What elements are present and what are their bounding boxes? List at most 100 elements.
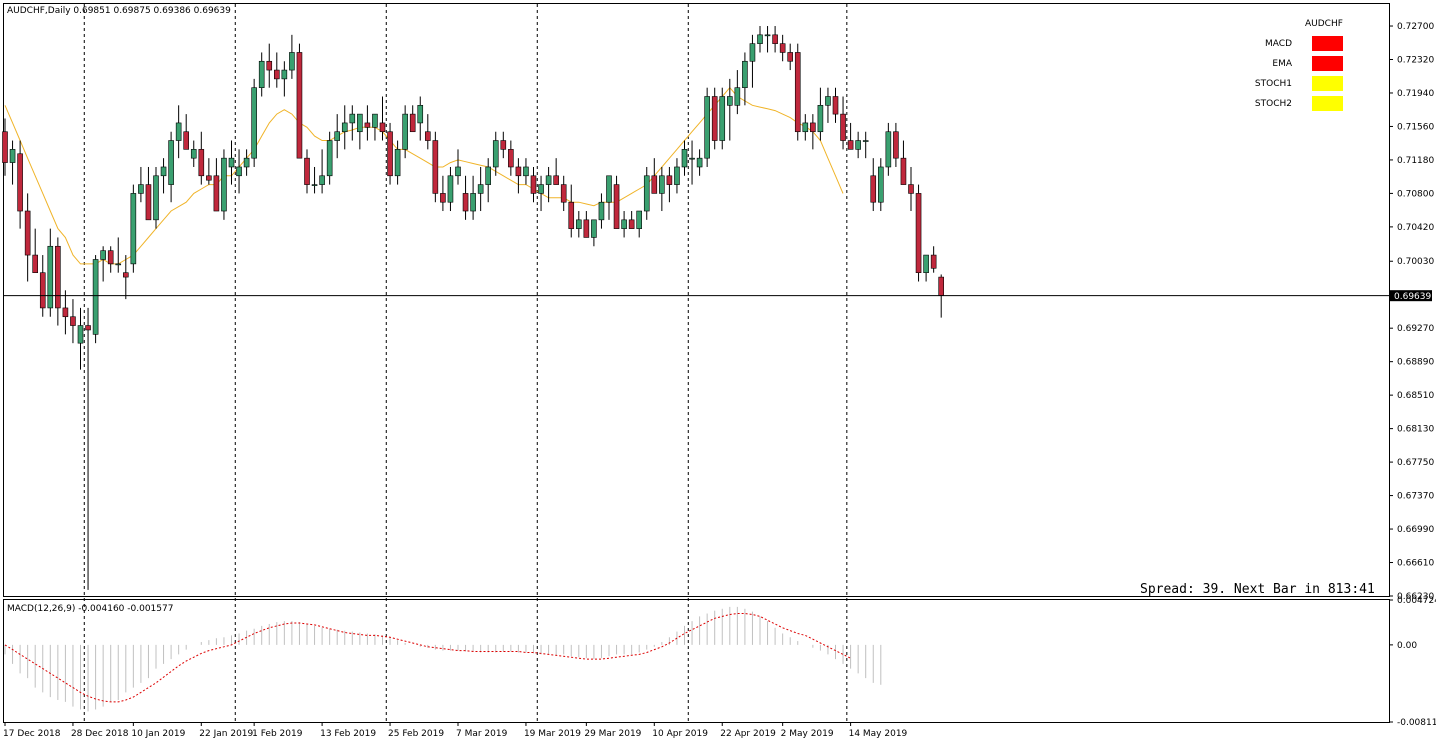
candle-body: [130, 193, 137, 265]
candle-body: [794, 52, 801, 133]
candle: [77, 307, 84, 370]
candle: [440, 175, 446, 212]
candle: [862, 131, 869, 159]
candle: [138, 166, 144, 203]
candle: [432, 131, 439, 203]
candle-body: [462, 193, 469, 212]
candle-body: [17, 153, 23, 212]
candle: [764, 26, 771, 53]
candle: [107, 246, 114, 273]
candle: [424, 114, 431, 150]
candle: [681, 140, 688, 176]
candle: [213, 158, 220, 212]
macd-axis: 0.004724 0.00 -0.008118: [1389, 596, 1436, 728]
candle: [357, 113, 363, 150]
candle-body: [840, 113, 846, 141]
candle-body: [432, 140, 439, 194]
candle-body: [409, 113, 416, 133]
candle-body: [160, 166, 167, 177]
candle: [508, 140, 514, 176]
candle-body: [764, 34, 771, 37]
time-tick-label: 28 Dec 2018: [71, 729, 129, 739]
candle-body: [364, 122, 371, 128]
candle-body: [938, 276, 945, 296]
time-tick-label: 1 Feb 2019: [252, 729, 303, 739]
candle-body: [39, 272, 46, 309]
candle-body: [711, 96, 718, 141]
indicator-label-macd: MACD: [1265, 39, 1292, 49]
candle: [123, 255, 129, 300]
candle: [92, 255, 99, 344]
candle-body: [538, 184, 544, 194]
indicator-status-panel: AUDCHF MACD EMA STOCH1 STOCH2: [1255, 19, 1343, 111]
candle-body: [387, 131, 393, 177]
candle: [311, 166, 318, 194]
candle-body: [862, 140, 869, 142]
candle-body: [357, 113, 363, 133]
macd-header: MACD(12,26,9) -0.004160 -0.001577: [7, 604, 173, 614]
candle: [485, 158, 492, 203]
candle-body: [394, 149, 401, 177]
candle-body: [666, 175, 673, 185]
candle-body: [319, 175, 325, 185]
candle-body: [893, 131, 899, 159]
candle-body: [908, 184, 914, 194]
candle: [198, 131, 205, 185]
candle: [855, 131, 861, 159]
candle: [651, 158, 658, 194]
symbol-header: AUDCHF,Daily 0.69851 0.69875 0.69386 0.6…: [7, 6, 231, 16]
candle-body: [198, 149, 205, 177]
candle: [364, 105, 371, 141]
candle: [341, 105, 348, 150]
time-tick-label: 25 Feb 2019: [388, 729, 444, 739]
time-tick-label: 2 May 2019: [781, 729, 834, 739]
candle: [847, 122, 854, 150]
price-tick-label: 0.67750: [1397, 458, 1434, 468]
price-tick-label: 0.71180: [1397, 156, 1434, 166]
candle: [9, 140, 16, 185]
spread-info: Spread: 39. Next Bar in 813:41: [1140, 582, 1375, 597]
candle-body: [221, 157, 227, 212]
candle-body: [742, 60, 748, 88]
candle: [455, 149, 461, 185]
macd-panel-frame: [3, 599, 1390, 723]
candle: [62, 290, 69, 335]
candle-body: [802, 122, 809, 133]
candle: [523, 158, 529, 185]
candle: [779, 34, 786, 62]
candle: [696, 149, 703, 176]
candle: [719, 87, 726, 150]
candle: [32, 228, 39, 273]
time-tick-label: 22 Jan 2019: [199, 729, 253, 739]
candle: [734, 70, 741, 115]
candle-body: [930, 254, 937, 269]
candle: [674, 158, 680, 194]
candle-body: [553, 175, 559, 185]
candle-body: [258, 60, 265, 88]
candle-body: [704, 96, 710, 159]
candle: [500, 131, 507, 159]
candle: [870, 158, 877, 212]
indicator-status-macd: [1312, 36, 1343, 51]
candle-body: [47, 245, 54, 309]
candle: [553, 158, 559, 185]
candle-body: [251, 87, 257, 159]
candle-body: [100, 250, 106, 260]
price-tick-label: 0.70030: [1397, 257, 1434, 267]
time-tick-label: 22 Apr 2019: [720, 729, 776, 739]
price-tick-label: 0.68890: [1397, 358, 1434, 368]
candle-body: [402, 113, 408, 150]
candle-body: [628, 219, 635, 229]
candle-body: [138, 184, 144, 194]
candle: [877, 158, 884, 212]
candle: [560, 175, 567, 212]
candle-body: [696, 157, 703, 168]
candle-body: [900, 157, 907, 185]
time-tick-label: 14 May 2019: [849, 729, 908, 739]
candle: [757, 26, 763, 53]
candle-body: [832, 96, 839, 115]
candle-body: [575, 219, 582, 229]
candle: [115, 237, 122, 273]
candle: [794, 43, 801, 141]
candle: [817, 87, 824, 141]
